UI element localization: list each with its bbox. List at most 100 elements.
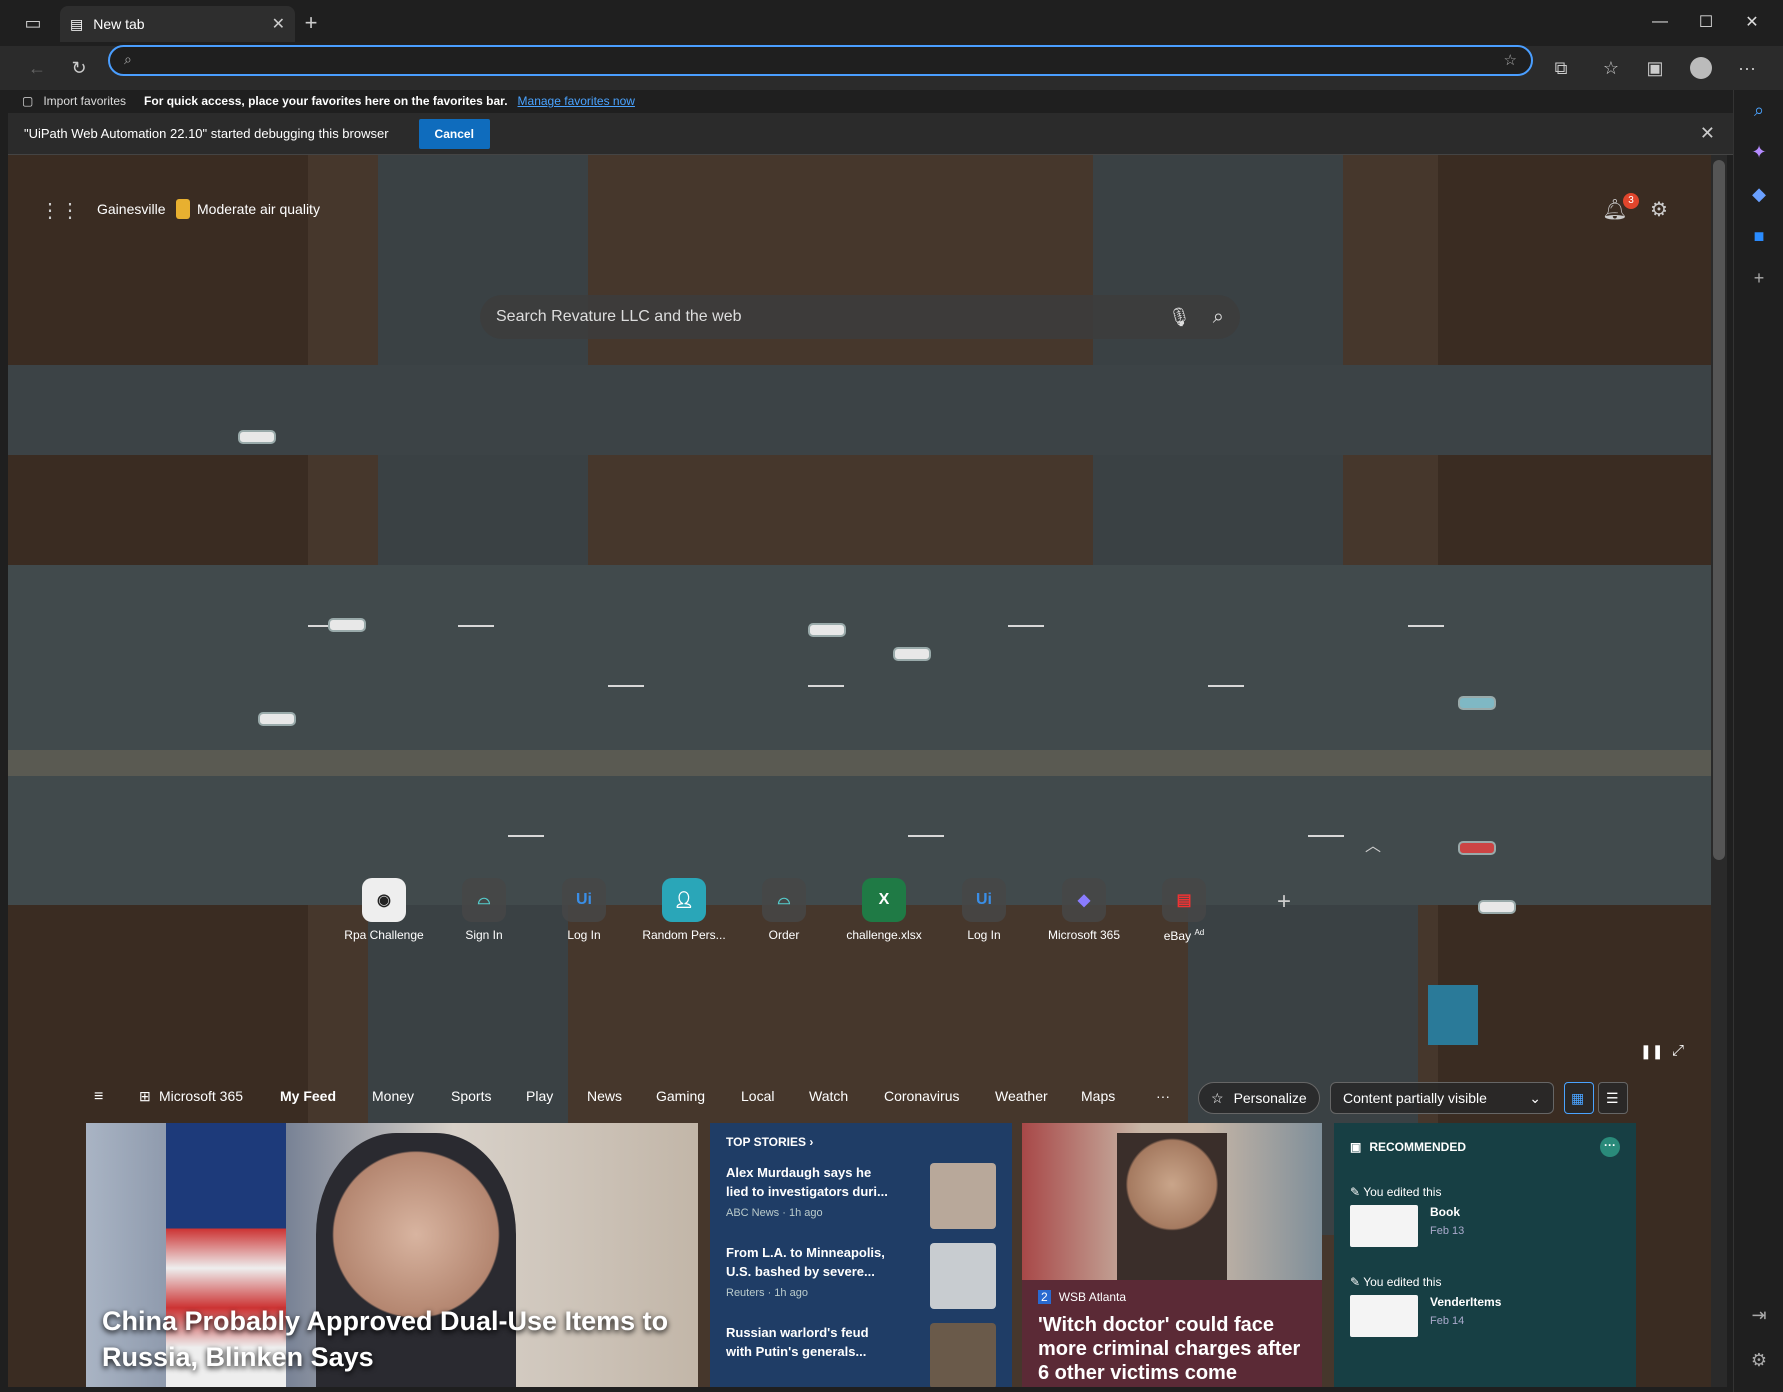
collections-icon[interactable]: ▣: [1640, 53, 1670, 83]
nav-more[interactable]: ···: [1156, 1088, 1170, 1110]
nav-news[interactable]: News: [587, 1088, 622, 1110]
top-stories-card: TOP STORIES › Alex Murdaugh says he lied…: [710, 1123, 1012, 1387]
story-item[interactable]: Alex Murdaugh says he lied to investigat…: [726, 1163, 996, 1243]
hide-sidebar-icon[interactable]: ⇥: [1734, 1295, 1783, 1335]
nav-play[interactable]: Play: [526, 1088, 553, 1110]
nav-money[interactable]: Money: [372, 1088, 414, 1110]
feed-menu-icon[interactable]: ≡: [94, 1088, 103, 1110]
more-menu-icon[interactable]: ···: [1732, 53, 1762, 83]
quick-link[interactable]: Ui Log In: [534, 878, 634, 948]
apps-launcher-icon[interactable]: ⋮⋮: [40, 195, 80, 225]
quick-link[interactable]: Ui Log In: [934, 878, 1034, 948]
tab-actions-icon[interactable]: ▭: [18, 8, 48, 38]
maximize-icon[interactable]: ☐: [1686, 8, 1726, 36]
close-window-icon[interactable]: ✕: [1732, 8, 1772, 36]
search-icon[interactable]: ⌕: [1734, 90, 1783, 130]
collapse-quick-links-icon[interactable]: ︿: [1365, 832, 1381, 856]
quick-link[interactable]: 👤︎ Random Pers...: [634, 878, 734, 948]
chevron-right-icon: ›: [809, 1135, 814, 1149]
nav-maps[interactable]: Maps: [1081, 1088, 1115, 1110]
personalize-button[interactable]: ☆ Personalize: [1198, 1082, 1320, 1114]
lane-dash: [458, 625, 494, 627]
quick-link-label: Log In: [567, 928, 601, 942]
content-visibility-dropdown[interactable]: Content partially visible ⌄: [1330, 1082, 1554, 1114]
outlook-icon[interactable]: ■: [1734, 216, 1783, 256]
nav-local[interactable]: Local: [741, 1088, 774, 1110]
add-favorite-icon[interactable]: ☆: [1504, 51, 1517, 69]
more-options-icon[interactable]: ···: [1600, 1137, 1620, 1157]
profile-avatar[interactable]: [1686, 53, 1716, 83]
minimize-icon[interactable]: —: [1640, 8, 1680, 36]
cancel-debug-button[interactable]: Cancel: [418, 118, 490, 149]
nav-watch[interactable]: Watch: [809, 1088, 848, 1110]
nav-coronavirus[interactable]: Coronavirus: [884, 1088, 959, 1110]
tab-new-tab[interactable]: ▤ New tab ✕: [60, 6, 295, 42]
recommended-item[interactable]: ✎ You edited this VenderItems Feb 14: [1350, 1275, 1620, 1337]
windows-icon: ⊞: [139, 1088, 151, 1104]
favorites-hint: For quick access, place your favorites h…: [144, 94, 508, 108]
lane-dash: [1308, 835, 1344, 837]
expand-background-icon[interactable]: ⤢: [1672, 1042, 1684, 1059]
story-title: Russian warlord's feud with Putin's gene…: [726, 1325, 869, 1359]
person-photo: [1117, 1133, 1227, 1280]
copilot-icon[interactable]: ✦: [1734, 132, 1783, 172]
wsb-headline: 'Witch doctor' could face more criminal …: [1038, 1314, 1301, 1387]
edit-pencil-icon: ✎: [1350, 1275, 1361, 1289]
refresh-icon[interactable]: ↻: [64, 53, 94, 83]
close-tab-icon[interactable]: ✕: [272, 14, 285, 34]
lane-dash: [608, 685, 644, 687]
nav-my-feed[interactable]: My Feed: [280, 1088, 336, 1110]
pause-background-icon[interactable]: ❚❚: [1640, 1043, 1663, 1060]
search-input[interactable]: Search Revature LLC and the web: [496, 308, 741, 326]
location-label[interactable]: Gainesville: [97, 201, 165, 217]
top-stories-header[interactable]: TOP STORIES ›: [726, 1135, 996, 1149]
quick-link-label: Sign In: [465, 928, 503, 942]
edge-sidebar: ⌕ ✦ ◆ ■ + ⇥ ⚙: [1733, 90, 1783, 1392]
address-bar[interactable]: ⌕ ☆: [108, 45, 1533, 76]
hero-headline[interactable]: China Probably Approved Dual-Use Items t…: [102, 1303, 682, 1375]
add-quick-link-icon[interactable]: +: [1234, 878, 1334, 948]
robot-icon: ◉: [362, 878, 406, 922]
add-sidebar-icon[interactable]: +: [1734, 258, 1783, 298]
import-favorites-link[interactable]: Import favorites: [43, 94, 126, 108]
recommended-item[interactable]: ✎ You edited this Book Feb 13: [1350, 1185, 1620, 1247]
quick-link[interactable]: Xchallenge.xlsx: [834, 878, 934, 948]
air-quality-label[interactable]: Moderate air quality: [197, 201, 320, 217]
nav-gaming[interactable]: Gaming: [656, 1088, 705, 1110]
quick-link[interactable]: ▤ eBay Ad: [1134, 878, 1234, 948]
scrollbar-thumb[interactable]: [1713, 160, 1725, 860]
microsoft365-icon[interactable]: ◆: [1734, 174, 1783, 214]
quick-link[interactable]: ⌓ Order: [734, 878, 834, 948]
top-stories-label: TOP STORIES: [726, 1135, 807, 1149]
close-infobar-icon[interactable]: ✕: [1700, 123, 1715, 144]
web-search-box[interactable]: Search Revature LLC and the web 🎙︎ ⌕: [480, 295, 1240, 339]
lane-dash: [1208, 685, 1244, 687]
hero-news-card[interactable]: China Probably Approved Dual-Use Items t…: [86, 1123, 698, 1387]
nav-microsoft365[interactable]: Microsoft 365: [159, 1088, 243, 1110]
site-icon: ⌓: [462, 878, 506, 922]
microphone-icon[interactable]: 🎙︎: [1168, 307, 1191, 328]
lane-dash: [808, 685, 844, 687]
favorites-bar: ▢ Import favorites For quick access, pla…: [8, 90, 1733, 112]
nav-sports[interactable]: Sports: [451, 1088, 491, 1110]
quick-link[interactable]: ⌓ Sign In: [434, 878, 534, 948]
manage-favorites-link[interactable]: Manage favorites now: [518, 94, 635, 108]
new-tab-button[interactable]: +: [296, 8, 326, 38]
grid-view-icon[interactable]: ▦: [1564, 1082, 1594, 1114]
story-item[interactable]: From L.A. to Minneapolis, U.S. bashed by…: [726, 1243, 996, 1323]
search-icon[interactable]: ⌕: [1213, 306, 1224, 329]
list-view-icon[interactable]: ☰: [1598, 1082, 1628, 1114]
edited-label: You edited this: [1363, 1275, 1442, 1289]
extensions-icon[interactable]: ⧉: [1546, 53, 1576, 83]
favorites-icon[interactable]: ☆: [1596, 53, 1626, 83]
back-icon[interactable]: ←: [22, 53, 52, 83]
story-item[interactable]: Russian warlord's feud with Putin's gene…: [726, 1323, 996, 1387]
sidebar-settings-icon[interactable]: ⚙: [1734, 1340, 1783, 1380]
wsb-news-card[interactable]: 2 WSB Atlanta 'Witch doctor' could face m…: [1022, 1123, 1322, 1387]
building: [1428, 985, 1478, 1045]
quick-link[interactable]: ◉ Rpa Challenge: [334, 878, 434, 948]
page-settings-gear-icon[interactable]: ⚙: [1644, 194, 1674, 224]
quick-link[interactable]: ◆ Microsoft 365: [1034, 878, 1134, 948]
nav-weather[interactable]: Weather: [995, 1088, 1048, 1110]
new-tab-icon: ▤: [70, 15, 84, 32]
